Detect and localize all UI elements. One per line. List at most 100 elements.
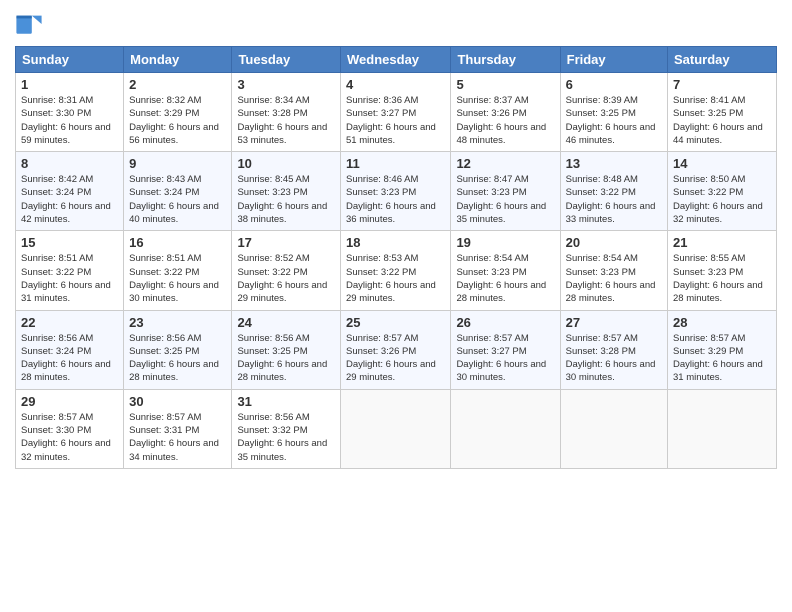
calendar-cell: 30 Sunrise: 8:57 AMSunset: 3:31 PMDaylig… xyxy=(124,389,232,468)
calendar-cell xyxy=(560,389,667,468)
day-number: 29 xyxy=(21,394,118,409)
day-number: 8 xyxy=(21,156,118,171)
day-number: 21 xyxy=(673,235,771,250)
day-detail: Sunrise: 8:52 AMSunset: 3:22 PMDaylight:… xyxy=(237,252,335,305)
calendar-cell: 4 Sunrise: 8:36 AMSunset: 3:27 PMDayligh… xyxy=(341,73,451,152)
calendar-cell: 5 Sunrise: 8:37 AMSunset: 3:26 PMDayligh… xyxy=(451,73,560,152)
day-detail: Sunrise: 8:57 AMSunset: 3:28 PMDaylight:… xyxy=(566,332,662,385)
calendar-cell: 14 Sunrise: 8:50 AMSunset: 3:22 PMDaylig… xyxy=(668,152,777,231)
day-detail: Sunrise: 8:57 AMSunset: 3:31 PMDaylight:… xyxy=(129,411,226,464)
day-number: 12 xyxy=(456,156,554,171)
calendar-header-sunday: Sunday xyxy=(16,47,124,73)
day-number: 31 xyxy=(237,394,335,409)
day-number: 16 xyxy=(129,235,226,250)
day-detail: Sunrise: 8:56 AMSunset: 3:32 PMDaylight:… xyxy=(237,411,335,464)
calendar-cell: 1 Sunrise: 8:31 AMSunset: 3:30 PMDayligh… xyxy=(16,73,124,152)
calendar-week-5: 29 Sunrise: 8:57 AMSunset: 3:30 PMDaylig… xyxy=(16,389,777,468)
calendar-cell: 25 Sunrise: 8:57 AMSunset: 3:26 PMDaylig… xyxy=(341,310,451,389)
page: SundayMondayTuesdayWednesdayThursdayFrid… xyxy=(0,0,792,612)
calendar-cell: 23 Sunrise: 8:56 AMSunset: 3:25 PMDaylig… xyxy=(124,310,232,389)
day-detail: Sunrise: 8:48 AMSunset: 3:22 PMDaylight:… xyxy=(566,173,662,226)
day-detail: Sunrise: 8:42 AMSunset: 3:24 PMDaylight:… xyxy=(21,173,118,226)
calendar-cell: 8 Sunrise: 8:42 AMSunset: 3:24 PMDayligh… xyxy=(16,152,124,231)
calendar-cell: 28 Sunrise: 8:57 AMSunset: 3:29 PMDaylig… xyxy=(668,310,777,389)
day-number: 23 xyxy=(129,315,226,330)
calendar-cell xyxy=(668,389,777,468)
day-detail: Sunrise: 8:37 AMSunset: 3:26 PMDaylight:… xyxy=(456,94,554,147)
calendar-week-4: 22 Sunrise: 8:56 AMSunset: 3:24 PMDaylig… xyxy=(16,310,777,389)
calendar-cell: 7 Sunrise: 8:41 AMSunset: 3:25 PMDayligh… xyxy=(668,73,777,152)
calendar-header-tuesday: Tuesday xyxy=(232,47,341,73)
calendar-cell xyxy=(451,389,560,468)
day-detail: Sunrise: 8:50 AMSunset: 3:22 PMDaylight:… xyxy=(673,173,771,226)
calendar-cell: 21 Sunrise: 8:55 AMSunset: 3:23 PMDaylig… xyxy=(668,231,777,310)
calendar-week-3: 15 Sunrise: 8:51 AMSunset: 3:22 PMDaylig… xyxy=(16,231,777,310)
day-detail: Sunrise: 8:31 AMSunset: 3:30 PMDaylight:… xyxy=(21,94,118,147)
calendar-cell xyxy=(341,389,451,468)
calendar-cell: 2 Sunrise: 8:32 AMSunset: 3:29 PMDayligh… xyxy=(124,73,232,152)
calendar-header-wednesday: Wednesday xyxy=(341,47,451,73)
day-number: 20 xyxy=(566,235,662,250)
day-detail: Sunrise: 8:45 AMSunset: 3:23 PMDaylight:… xyxy=(237,173,335,226)
day-detail: Sunrise: 8:36 AMSunset: 3:27 PMDaylight:… xyxy=(346,94,445,147)
calendar-cell: 31 Sunrise: 8:56 AMSunset: 3:32 PMDaylig… xyxy=(232,389,341,468)
day-number: 11 xyxy=(346,156,445,171)
day-number: 24 xyxy=(237,315,335,330)
day-detail: Sunrise: 8:47 AMSunset: 3:23 PMDaylight:… xyxy=(456,173,554,226)
calendar-cell: 15 Sunrise: 8:51 AMSunset: 3:22 PMDaylig… xyxy=(16,231,124,310)
day-detail: Sunrise: 8:51 AMSunset: 3:22 PMDaylight:… xyxy=(21,252,118,305)
calendar-cell: 16 Sunrise: 8:51 AMSunset: 3:22 PMDaylig… xyxy=(124,231,232,310)
calendar-header-monday: Monday xyxy=(124,47,232,73)
day-detail: Sunrise: 8:46 AMSunset: 3:23 PMDaylight:… xyxy=(346,173,445,226)
logo-icon xyxy=(15,10,43,38)
day-number: 9 xyxy=(129,156,226,171)
day-number: 17 xyxy=(237,235,335,250)
logo xyxy=(15,10,47,38)
day-number: 15 xyxy=(21,235,118,250)
day-detail: Sunrise: 8:57 AMSunset: 3:27 PMDaylight:… xyxy=(456,332,554,385)
day-detail: Sunrise: 8:56 AMSunset: 3:24 PMDaylight:… xyxy=(21,332,118,385)
day-number: 28 xyxy=(673,315,771,330)
day-detail: Sunrise: 8:53 AMSunset: 3:22 PMDaylight:… xyxy=(346,252,445,305)
day-number: 19 xyxy=(456,235,554,250)
calendar-cell: 10 Sunrise: 8:45 AMSunset: 3:23 PMDaylig… xyxy=(232,152,341,231)
calendar-cell: 17 Sunrise: 8:52 AMSunset: 3:22 PMDaylig… xyxy=(232,231,341,310)
day-detail: Sunrise: 8:32 AMSunset: 3:29 PMDaylight:… xyxy=(129,94,226,147)
day-number: 2 xyxy=(129,77,226,92)
calendar-cell: 19 Sunrise: 8:54 AMSunset: 3:23 PMDaylig… xyxy=(451,231,560,310)
calendar-cell: 9 Sunrise: 8:43 AMSunset: 3:24 PMDayligh… xyxy=(124,152,232,231)
calendar-cell: 3 Sunrise: 8:34 AMSunset: 3:28 PMDayligh… xyxy=(232,73,341,152)
day-detail: Sunrise: 8:34 AMSunset: 3:28 PMDaylight:… xyxy=(237,94,335,147)
day-detail: Sunrise: 8:57 AMSunset: 3:29 PMDaylight:… xyxy=(673,332,771,385)
day-detail: Sunrise: 8:56 AMSunset: 3:25 PMDaylight:… xyxy=(129,332,226,385)
day-number: 13 xyxy=(566,156,662,171)
calendar-cell: 12 Sunrise: 8:47 AMSunset: 3:23 PMDaylig… xyxy=(451,152,560,231)
day-number: 14 xyxy=(673,156,771,171)
calendar-cell: 27 Sunrise: 8:57 AMSunset: 3:28 PMDaylig… xyxy=(560,310,667,389)
calendar-cell: 11 Sunrise: 8:46 AMSunset: 3:23 PMDaylig… xyxy=(341,152,451,231)
day-number: 4 xyxy=(346,77,445,92)
day-detail: Sunrise: 8:51 AMSunset: 3:22 PMDaylight:… xyxy=(129,252,226,305)
calendar-cell: 26 Sunrise: 8:57 AMSunset: 3:27 PMDaylig… xyxy=(451,310,560,389)
day-number: 25 xyxy=(346,315,445,330)
day-number: 27 xyxy=(566,315,662,330)
day-number: 22 xyxy=(21,315,118,330)
calendar-header-saturday: Saturday xyxy=(668,47,777,73)
day-number: 1 xyxy=(21,77,118,92)
day-number: 7 xyxy=(673,77,771,92)
calendar-header-friday: Friday xyxy=(560,47,667,73)
calendar-cell: 20 Sunrise: 8:54 AMSunset: 3:23 PMDaylig… xyxy=(560,231,667,310)
header xyxy=(15,10,777,38)
day-detail: Sunrise: 8:54 AMSunset: 3:23 PMDaylight:… xyxy=(566,252,662,305)
day-number: 26 xyxy=(456,315,554,330)
day-number: 5 xyxy=(456,77,554,92)
day-detail: Sunrise: 8:57 AMSunset: 3:26 PMDaylight:… xyxy=(346,332,445,385)
day-number: 30 xyxy=(129,394,226,409)
calendar-cell: 24 Sunrise: 8:56 AMSunset: 3:25 PMDaylig… xyxy=(232,310,341,389)
calendar-header-thursday: Thursday xyxy=(451,47,560,73)
calendar-cell: 29 Sunrise: 8:57 AMSunset: 3:30 PMDaylig… xyxy=(16,389,124,468)
day-detail: Sunrise: 8:56 AMSunset: 3:25 PMDaylight:… xyxy=(237,332,335,385)
day-number: 6 xyxy=(566,77,662,92)
calendar-cell: 6 Sunrise: 8:39 AMSunset: 3:25 PMDayligh… xyxy=(560,73,667,152)
calendar-cell: 13 Sunrise: 8:48 AMSunset: 3:22 PMDaylig… xyxy=(560,152,667,231)
